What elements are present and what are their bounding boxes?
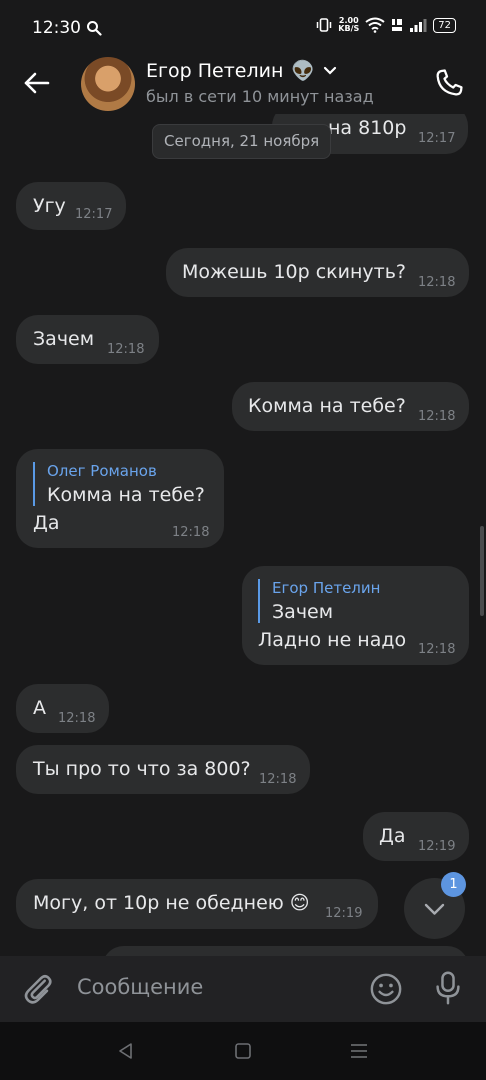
- system-nav-bar: [0, 1022, 486, 1080]
- message-time: 12:18: [259, 772, 297, 787]
- message-time: 12:19: [418, 839, 456, 854]
- message-time: 12:18: [58, 711, 96, 726]
- message-time: 12:18: [418, 642, 456, 657]
- message-input[interactable]: Сообщение: [77, 975, 203, 999]
- chat-header: Егор Петелин 👽 был в сети 10 минут назад: [0, 56, 486, 114]
- message-text: на 810р: [328, 117, 407, 139]
- message-time: 12:18: [107, 342, 145, 357]
- contact-emoji: 👽: [291, 60, 316, 82]
- message-text: Да: [379, 825, 406, 847]
- message-time: 12:17: [75, 207, 113, 222]
- status-bar: 12:30 2.00 KB/S 72: [0, 0, 486, 56]
- message-time: 12:18: [418, 409, 456, 424]
- message-incoming[interactable]: Угу 12:17: [16, 182, 126, 230]
- message-text: А: [33, 697, 46, 719]
- vibrate-icon: [317, 18, 332, 32]
- reply-author: Олег Романов: [47, 462, 157, 480]
- message-incoming[interactable]: А 12:18: [16, 684, 109, 733]
- reply-text: Комма на тебе?: [47, 484, 205, 506]
- message-outgoing[interactable]: Да 12:19: [363, 812, 469, 861]
- message-incoming[interactable]: Могу, от 10р не обеднею 😊 12:19: [16, 879, 378, 929]
- search-icon: [87, 21, 102, 36]
- back-arrow-icon[interactable]: [22, 68, 52, 98]
- chevron-down-icon: [323, 66, 337, 75]
- message-outgoing[interactable]: Комма на тебе? 12:18: [232, 382, 469, 431]
- reply-quote[interactable]: Олег Романов Комма на тебе?: [33, 462, 205, 506]
- message-incoming-reply[interactable]: Олег Романов Комма на тебе? Да 12:18: [16, 449, 224, 548]
- status-icons: 2.00 KB/S 72: [316, 17, 456, 33]
- message-text: Ты про то что за 800?: [33, 758, 251, 780]
- volte-icon: [392, 19, 403, 31]
- message-time: 12:18: [172, 525, 210, 540]
- message-text: Можешь 10р скинуть?: [182, 261, 407, 283]
- attach-icon[interactable]: [20, 970, 56, 1008]
- message-time: 12:18: [418, 275, 456, 290]
- message-time: 12:19: [325, 906, 363, 921]
- message-text: Комма на тебе?: [248, 395, 406, 417]
- nav-home-icon[interactable]: [233, 1041, 253, 1061]
- date-chip: Сегодня, 21 ноября: [152, 124, 332, 159]
- nav-recents-icon[interactable]: [349, 1041, 369, 1061]
- network-speed: 2.00 KB/S: [338, 16, 360, 33]
- message-text: Могу, от 10р не обеднею 😊: [33, 892, 310, 914]
- message-list[interactable]: Сегодня, 21 ноября на 810р 12:17 Угу 12:…: [0, 114, 486, 956]
- message-composer: Сообщение: [0, 956, 486, 1022]
- wifi-icon: [365, 17, 385, 33]
- status-time: 12:30: [32, 18, 81, 38]
- message-text: Да: [33, 512, 60, 534]
- avatar[interactable]: [81, 57, 135, 111]
- emoji-icon[interactable]: [369, 972, 403, 1006]
- message-text: Угу: [33, 195, 66, 217]
- reply-quote[interactable]: Егор Петелин Зачем: [258, 579, 380, 623]
- mic-icon[interactable]: [434, 970, 462, 1006]
- reply-text: Зачем: [272, 601, 334, 623]
- message-outgoing-reply[interactable]: Егор Петелин Зачем Ладно не надо 12:18: [242, 566, 469, 665]
- battery-indicator: 72: [433, 17, 456, 33]
- message-incoming[interactable]: Зачем 12:18: [16, 315, 159, 364]
- signal-icon: [410, 19, 427, 32]
- message-outgoing[interactable]: Можешь 10р скинуть? 12:18: [166, 248, 469, 297]
- contact-title[interactable]: Егор Петелин 👽: [146, 59, 337, 82]
- message-text: Зачем: [33, 328, 95, 350]
- unread-badge: 1: [441, 872, 466, 897]
- last-seen-status: был в сети 10 минут назад: [146, 87, 374, 106]
- message-incoming[interactable]: Ты про то что за 800? 12:18: [16, 745, 310, 794]
- contact-name: Егор Петелин: [146, 59, 284, 82]
- phone-icon[interactable]: [432, 66, 466, 100]
- scrollbar[interactable]: [480, 526, 484, 616]
- message-text: Ладно не надо: [258, 629, 407, 651]
- reply-author: Егор Петелин: [272, 579, 381, 597]
- nav-back-icon[interactable]: [116, 1041, 136, 1061]
- message-time: 12:17: [418, 131, 456, 146]
- message-outgoing-partial[interactable]: [102, 946, 469, 956]
